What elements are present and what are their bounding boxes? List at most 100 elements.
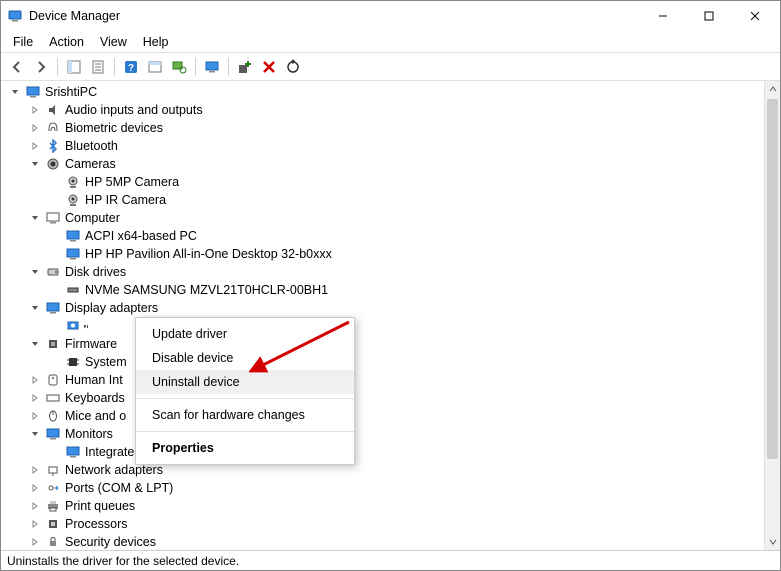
chevron-down-icon[interactable] — [29, 428, 41, 440]
close-button[interactable] — [732, 1, 778, 31]
chevron-down-icon[interactable] — [29, 158, 41, 170]
toolbar-sep — [57, 58, 58, 76]
menu-action[interactable]: Action — [41, 33, 92, 51]
scan-hardware-button[interactable] — [167, 55, 191, 79]
menu-view[interactable]: View — [92, 33, 135, 51]
update-monitor-button[interactable] — [200, 55, 224, 79]
properties-button[interactable] — [86, 55, 110, 79]
tree-node[interactable]: Processors — [7, 515, 780, 533]
tree-node[interactable]: Network adapters — [7, 461, 780, 479]
menu-help[interactable]: Help — [135, 33, 177, 51]
bluetooth-icon — [45, 138, 61, 154]
chevron-right-icon[interactable] — [29, 104, 41, 116]
tree-node-label: Security devices — [65, 535, 156, 549]
chevron-right-icon[interactable] — [29, 464, 41, 476]
chevron-right-icon[interactable] — [29, 482, 41, 494]
tree-node[interactable]: Audio inputs and outputs — [7, 101, 780, 119]
tree-node[interactable]: Cameras — [7, 155, 780, 173]
tree-node[interactable]: Print queues — [7, 497, 780, 515]
tree-node[interactable]: Monitors — [7, 425, 780, 443]
ctx-scan-hardware[interactable]: Scan for hardware changes — [136, 403, 354, 427]
firmware-icon — [45, 336, 61, 352]
window-title: Device Manager — [29, 9, 120, 23]
tree-leaf[interactable]: HP 5MP Camera — [7, 173, 780, 191]
tree-node-label: Bluetooth — [65, 139, 118, 153]
tree-node[interactable]: Biometric devices — [7, 119, 780, 137]
chevron-right-icon[interactable] — [29, 500, 41, 512]
show-console-tree-button[interactable] — [62, 55, 86, 79]
tree-leaf-label: HP IR Camera — [85, 193, 166, 207]
chevron-right-icon[interactable] — [29, 374, 41, 386]
update-driver-button[interactable] — [281, 55, 305, 79]
chevron-down-icon[interactable] — [29, 302, 41, 314]
camera-icon — [45, 156, 61, 172]
chevron-down-icon[interactable] — [29, 212, 41, 224]
tree-leaf-label: HP HP Pavilion All-in-One Desktop 32-b0x… — [85, 247, 332, 261]
display-icon — [45, 300, 61, 316]
scroll-down-button[interactable] — [765, 534, 780, 550]
tree-node[interactable]: Computer — [7, 209, 780, 227]
tree-root[interactable]: SrishtiPC — [7, 83, 780, 101]
tree-node[interactable]: Display adapters — [7, 299, 780, 317]
tree-node-label: Print queues — [65, 499, 135, 513]
monitor-icon — [65, 444, 81, 460]
tree-leaf[interactable] — [7, 317, 780, 335]
tree-leaf[interactable]: HP HP Pavilion All-in-One Desktop 32-b0x… — [7, 245, 780, 263]
tree-node[interactable]: Ports (COM & LPT) — [7, 479, 780, 497]
chevron-right-icon[interactable] — [29, 122, 41, 134]
chevron-right-icon[interactable] — [29, 392, 41, 404]
show-hidden-button[interactable] — [143, 55, 167, 79]
uninstall-button[interactable] — [257, 55, 281, 79]
tree-node-label: Display adapters — [65, 301, 158, 315]
chevron-right-icon[interactable] — [29, 518, 41, 530]
chevron-right-icon[interactable] — [29, 410, 41, 422]
tree-node[interactable]: Firmware — [7, 335, 780, 353]
tree-leaf[interactable]: ACPI x64-based PC — [7, 227, 780, 245]
tree-leaf[interactable]: NVMe SAMSUNG MZVL21T0HCLR-00BH1 — [7, 281, 780, 299]
ctx-disable-device[interactable]: Disable device — [136, 346, 354, 370]
tree-node[interactable]: Human Int — [7, 371, 780, 389]
ctx-properties[interactable]: Properties — [136, 436, 354, 460]
tree-node-label: Cameras — [65, 157, 116, 171]
chevron-right-icon[interactable] — [29, 140, 41, 152]
toolbar-sep — [195, 58, 196, 76]
ctx-uninstall-device[interactable]: Uninstall device — [136, 370, 354, 394]
tree-root-label: SrishtiPC — [45, 85, 97, 99]
tree-leaf[interactable]: System — [7, 353, 780, 371]
hid-icon — [45, 372, 61, 388]
tree-node[interactable]: Bluetooth — [7, 137, 780, 155]
tree-node[interactable]: Keyboards — [7, 389, 780, 407]
computer-icon — [45, 210, 61, 226]
audio-icon — [45, 102, 61, 118]
tree-node-label: Firmware — [65, 337, 117, 351]
toolbar-sep — [228, 58, 229, 76]
tree-node-label: Mice and o — [65, 409, 126, 423]
tree-node[interactable]: Disk drives — [7, 263, 780, 281]
add-driver-button[interactable] — [233, 55, 257, 79]
tree-node-label: Monitors — [65, 427, 113, 441]
help-button[interactable]: ? — [119, 55, 143, 79]
minimize-button[interactable] — [640, 1, 686, 31]
menu-file[interactable]: File — [5, 33, 41, 51]
scroll-thumb[interactable] — [767, 99, 778, 459]
tree-node-label: Disk drives — [65, 265, 126, 279]
chevron-down-icon[interactable] — [29, 266, 41, 278]
tree-node[interactable]: Security devices — [7, 533, 780, 550]
chevron-down-icon[interactable] — [29, 338, 41, 350]
maximize-button[interactable] — [686, 1, 732, 31]
context-menu: Update driver Disable device Uninstall d… — [135, 317, 355, 465]
chevron-down-icon[interactable] — [9, 86, 21, 98]
chevron-right-icon[interactable] — [29, 536, 41, 548]
device-tree[interactable]: SrishtiPC Audio inputs and outputsBiomet… — [1, 81, 780, 550]
vertical-scrollbar[interactable] — [764, 81, 780, 550]
ctx-update-driver[interactable]: Update driver — [136, 322, 354, 346]
forward-button[interactable] — [29, 55, 53, 79]
back-button[interactable] — [5, 55, 29, 79]
status-bar: Uninstalls the driver for the selected d… — [1, 550, 780, 570]
scroll-up-button[interactable] — [765, 81, 780, 97]
tree-leaf[interactable]: HP IR Camera — [7, 191, 780, 209]
titlebar: Device Manager — [1, 1, 780, 31]
tree-node-label: Network adapters — [65, 463, 163, 477]
tree-node[interactable]: Mice and o — [7, 407, 780, 425]
tree-leaf[interactable]: Integrated Monitor (HP All-in-One) — [7, 443, 780, 461]
